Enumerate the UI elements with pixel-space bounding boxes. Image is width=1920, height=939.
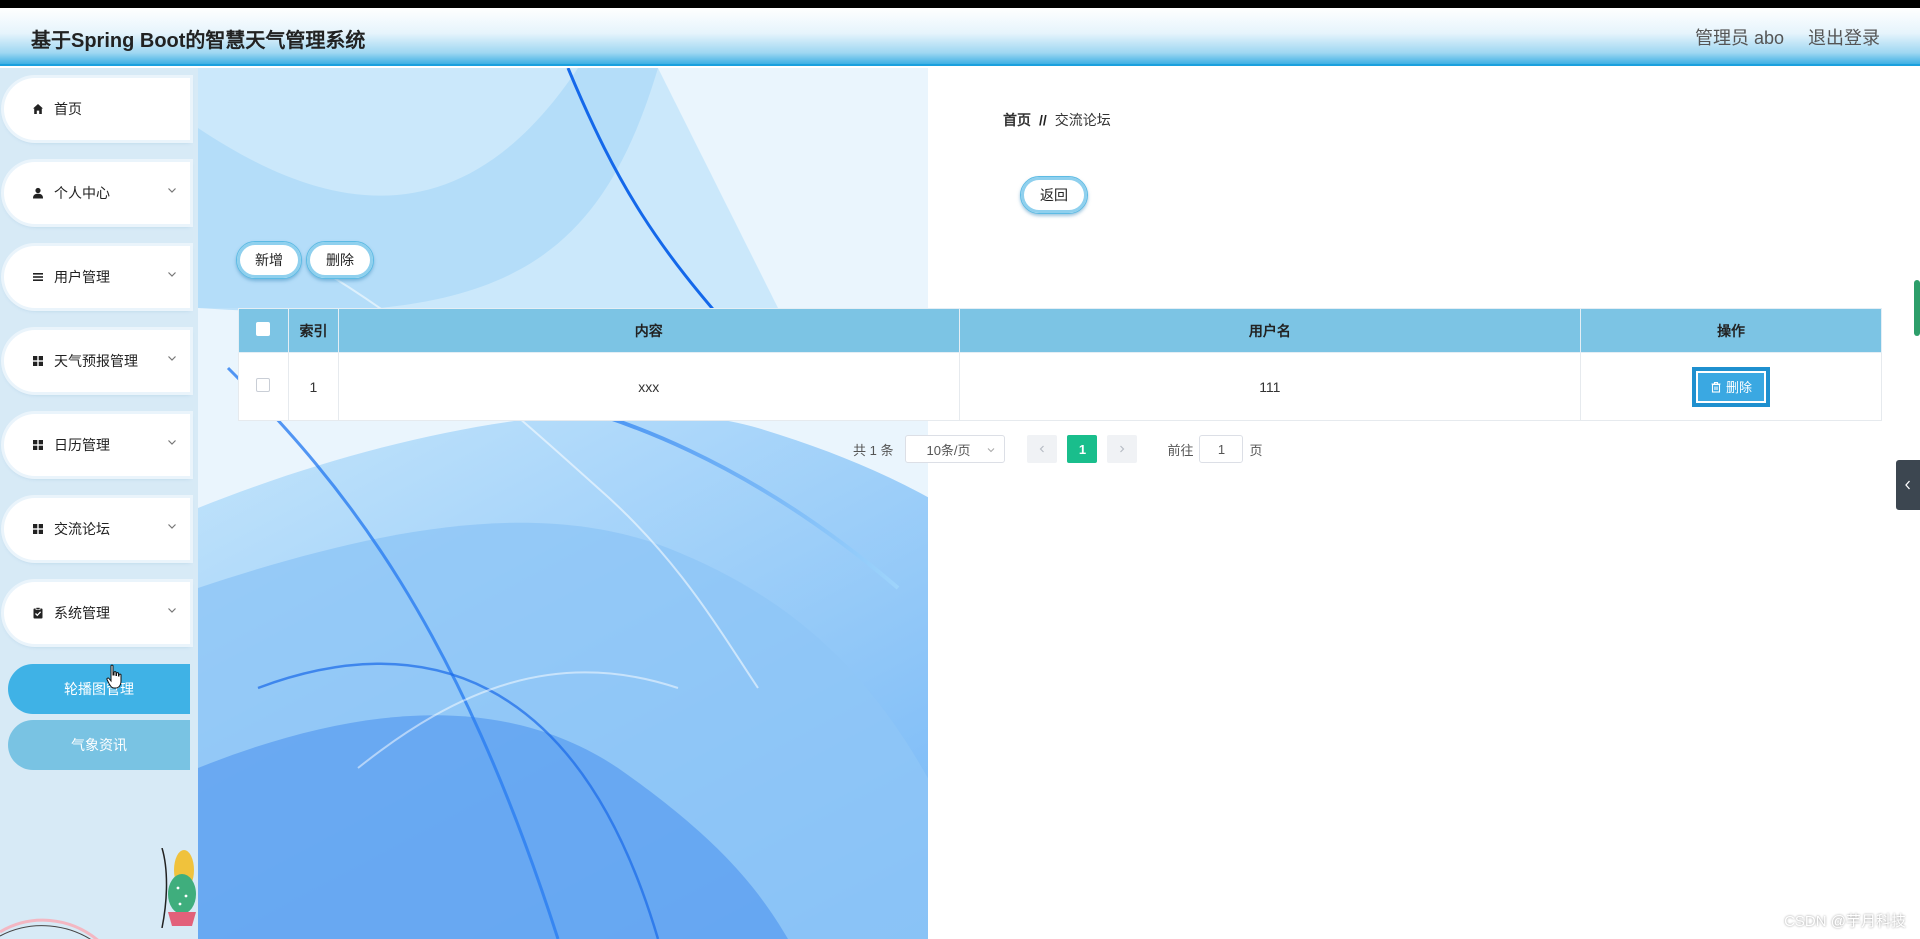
forum-table: 索引 内容 用户名 操作 1 xxx 111 删除 xyxy=(238,308,1882,421)
clipboard-icon xyxy=(32,607,44,619)
sidebar-item-user-management[interactable]: 用户管理 xyxy=(4,246,190,308)
chevron-down-icon xyxy=(988,448,995,453)
collapse-panel-button[interactable] xyxy=(1896,460,1920,510)
table-header-row: 索引 内容 用户名 操作 xyxy=(238,308,1882,353)
submenu-item-label: 气象资讯 xyxy=(71,737,127,753)
chevron-right-icon xyxy=(1120,445,1125,453)
chevron-down-icon xyxy=(168,272,176,277)
select-all-cell xyxy=(238,308,289,353)
column-header-index: 索引 xyxy=(287,308,339,353)
grid-icon xyxy=(32,523,44,535)
home-icon xyxy=(32,103,44,115)
pagination: 共 1 条 10条/页 1 前往 页 xyxy=(853,434,1263,464)
trash-icon xyxy=(1711,381,1721,393)
page-size-select[interactable]: 10条/页 xyxy=(905,435,1006,463)
current-user-label[interactable]: 管理员 abo xyxy=(1695,24,1784,50)
user-icon xyxy=(32,187,44,199)
sidebar-item-forecast-management[interactable]: 天气预报管理 xyxy=(4,330,190,392)
breadcrumb-current: 交流论坛 xyxy=(1054,112,1111,128)
row-delete-button[interactable]: 删除 xyxy=(1695,369,1768,404)
row-select-cell xyxy=(238,352,289,421)
goto-page-input[interactable] xyxy=(1199,435,1244,463)
table-row: 1 xxx 111 删除 xyxy=(238,352,1882,421)
sidebar-item-system-management[interactable]: 系统管理 xyxy=(4,582,190,644)
cell-actions: 删除 xyxy=(1580,352,1882,421)
header-user-area: 管理员 abo 退出登录 xyxy=(1695,24,1880,50)
sidebar-item-label: 交流论坛 xyxy=(54,521,110,537)
sidebar-item-label: 首页 xyxy=(54,101,82,117)
breadcrumb-home[interactable]: 首页 xyxy=(1003,110,1031,130)
sidebar-item-label: 用户管理 xyxy=(54,269,110,285)
select-all-checkbox[interactable] xyxy=(256,322,271,336)
batch-delete-button[interactable]: 删除 xyxy=(306,241,374,279)
submenu-item-weather-news[interactable]: 气象资讯 xyxy=(8,720,190,770)
column-header-actions: 操作 xyxy=(1580,308,1882,353)
sidebar-item-label: 天气预报管理 xyxy=(54,353,138,369)
page-suffix-label: 页 xyxy=(1249,442,1263,458)
page-number-current[interactable]: 1 xyxy=(1067,435,1098,463)
cell-content: xxx xyxy=(337,352,960,421)
sidebar-item-personal-center[interactable]: 个人中心 xyxy=(4,162,190,224)
chevron-left-icon xyxy=(1040,445,1045,453)
hand-cursor-icon xyxy=(106,664,122,689)
app-window: 基于Spring Boot的智慧天气管理系统 管理员 abo 退出登录 首页 个… xyxy=(0,8,1920,939)
cell-username: 111 xyxy=(958,352,1582,421)
sidebar-item-label: 个人中心 xyxy=(54,185,110,201)
prev-page-button[interactable] xyxy=(1027,435,1058,463)
chevron-down-icon xyxy=(168,524,176,529)
sidebar-item-home[interactable]: 首页 xyxy=(4,78,190,140)
row-delete-label: 删除 xyxy=(1726,380,1753,395)
page-size-value: 10条/页 xyxy=(926,442,971,458)
sidebar-item-label: 系统管理 xyxy=(54,605,110,621)
decorative-line xyxy=(0,918,99,939)
back-button[interactable]: 返回 xyxy=(1020,176,1088,214)
cell-index: 1 xyxy=(287,352,339,421)
sidebar-item-label: 日历管理 xyxy=(54,437,110,453)
grid-icon xyxy=(32,439,44,451)
watermark: CSDN @芋月科技 xyxy=(1784,913,1906,930)
main-content: 首页 // 交流论坛 返回 新增 删除 索引 内容 用户名 操作 1 xxx 1… xyxy=(198,68,1904,939)
logout-link[interactable]: 退出登录 xyxy=(1808,24,1880,50)
column-header-username: 用户名 xyxy=(958,308,1582,353)
row-checkbox[interactable] xyxy=(256,378,271,392)
pagination-total: 共 1 条 xyxy=(853,442,894,458)
sidebar-item-forum[interactable]: 交流论坛 xyxy=(4,498,190,560)
app-title: 基于Spring Boot的智慧天气管理系统 xyxy=(31,30,366,52)
top-header: 基于Spring Boot的智慧天气管理系统 管理员 abo 退出登录 xyxy=(0,8,1920,66)
goto-label: 前往 xyxy=(1167,442,1194,458)
breadcrumb-separator: // xyxy=(1039,112,1047,128)
list-icon xyxy=(32,271,44,283)
chevron-down-icon xyxy=(168,188,176,193)
chevron-down-icon xyxy=(168,356,176,361)
scrollbar-thumb[interactable] xyxy=(1914,280,1920,336)
grid-icon xyxy=(32,355,44,367)
chevron-left-icon xyxy=(1905,480,1910,490)
chevron-down-icon xyxy=(168,608,176,613)
column-header-content: 内容 xyxy=(337,308,960,353)
breadcrumb: 首页 // 交流论坛 xyxy=(1003,110,1111,130)
chevron-down-icon xyxy=(168,440,176,445)
sidebar: 首页 个人中心 用户管理 天气预报管理 日历管理 交流论坛 系统管理 轮播图管理… xyxy=(0,68,198,939)
sidebar-item-calendar-management[interactable]: 日历管理 xyxy=(4,414,190,476)
next-page-button[interactable] xyxy=(1107,435,1138,463)
submenu-item-carousel[interactable]: 轮播图管理 xyxy=(8,664,190,714)
add-button[interactable]: 新增 xyxy=(236,241,302,279)
